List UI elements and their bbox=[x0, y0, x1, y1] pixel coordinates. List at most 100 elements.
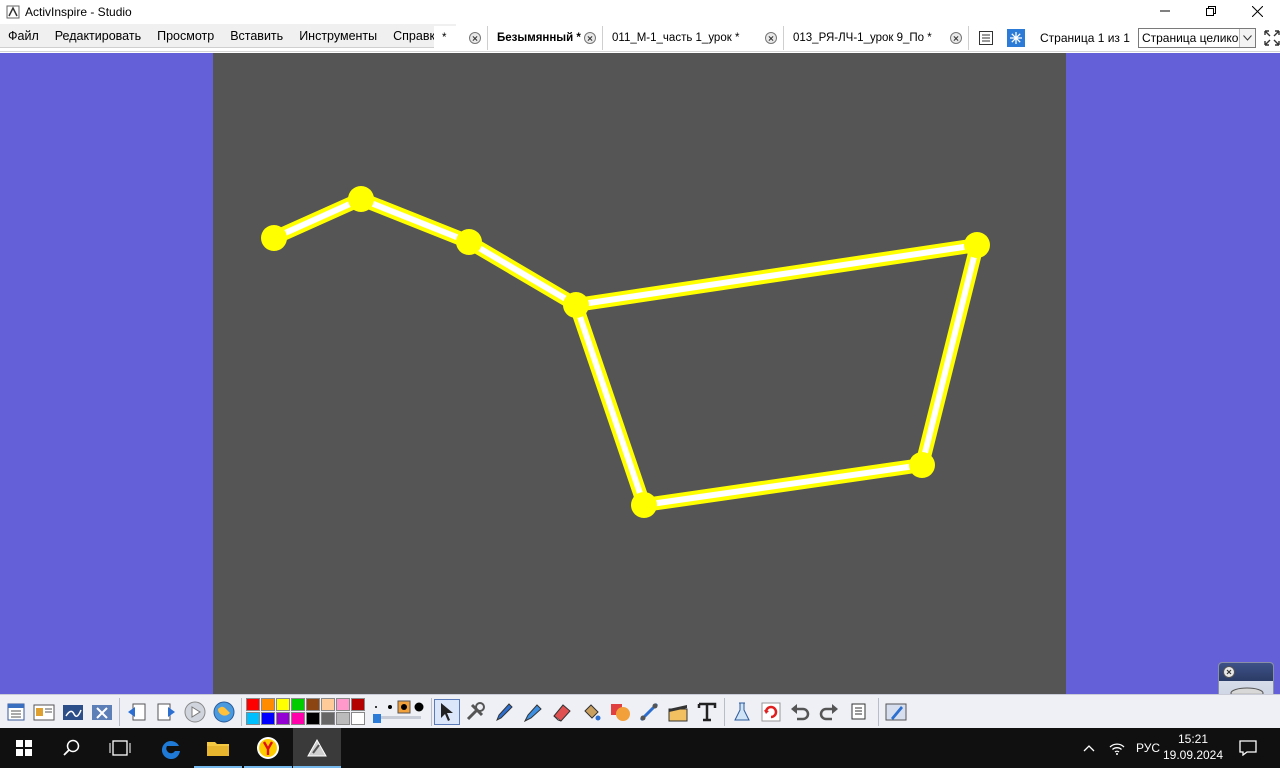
zoom-select-value: Страница целиком bbox=[1141, 31, 1247, 45]
color-swatch[interactable] bbox=[246, 712, 260, 725]
color-swatch[interactable] bbox=[306, 712, 320, 725]
zoom-select[interactable]: Страница целиком bbox=[1137, 28, 1256, 48]
reset-page-button[interactable] bbox=[758, 699, 784, 725]
star[interactable] bbox=[909, 452, 935, 478]
desktop-tools-button[interactable] bbox=[89, 699, 115, 725]
dual-user-button[interactable] bbox=[884, 699, 910, 725]
text-tool-button[interactable] bbox=[694, 699, 720, 725]
restore-button[interactable] bbox=[1188, 0, 1234, 22]
previous-page-icon bbox=[128, 703, 146, 721]
edge-browser-icon bbox=[161, 741, 180, 759]
tab-close-icon[interactable] bbox=[765, 32, 777, 44]
eraser-tool-button[interactable] bbox=[549, 699, 575, 725]
color-swatch[interactable] bbox=[306, 698, 320, 711]
edge-taskbar-button[interactable] bbox=[146, 728, 194, 768]
close-icon[interactable] bbox=[1223, 666, 1235, 678]
network-button[interactable] bbox=[1006, 28, 1026, 48]
big-dipper-drawing bbox=[261, 186, 990, 518]
taskbar-clock[interactable]: 15:21 19.09.2024 bbox=[1160, 731, 1226, 763]
color-swatch[interactable] bbox=[351, 698, 365, 711]
main-menu-button[interactable] bbox=[3, 699, 29, 725]
menu-tools[interactable]: Инструменты bbox=[291, 24, 385, 48]
menu-view[interactable]: Просмотр bbox=[149, 24, 222, 48]
tools-button[interactable] bbox=[462, 699, 488, 725]
tab-label: * bbox=[442, 32, 447, 44]
title-bar: ActivInspire - Studio bbox=[0, 0, 1280, 24]
pen-width-selector[interactable] bbox=[369, 699, 429, 725]
start-button[interactable] bbox=[0, 728, 48, 768]
tab-label: 013_РЯ-ЛЧ-1_урок 9_По * bbox=[793, 32, 932, 44]
tab-russian-lesson[interactable]: 013_РЯ-ЛЧ-1_урок 9_По * bbox=[785, 26, 969, 50]
menu-file[interactable]: Файл bbox=[0, 24, 47, 48]
desktop-annotate-button[interactable] bbox=[60, 699, 86, 725]
color-swatch[interactable] bbox=[291, 712, 305, 725]
color-swatch[interactable] bbox=[261, 712, 275, 725]
tab-untitled[interactable]: Безымянный * bbox=[489, 26, 603, 50]
task-view-button[interactable] bbox=[96, 728, 144, 768]
shape-tool-button[interactable] bbox=[607, 699, 633, 725]
tab-close-icon[interactable] bbox=[469, 32, 481, 44]
color-swatch[interactable] bbox=[321, 712, 335, 725]
toolbox-options-button[interactable] bbox=[846, 699, 872, 725]
select-tool-button[interactable] bbox=[434, 699, 460, 725]
action-center-button[interactable] bbox=[1224, 728, 1272, 768]
web-browser-button[interactable] bbox=[211, 699, 237, 725]
color-swatch[interactable] bbox=[351, 712, 365, 725]
input-language[interactable]: РУС bbox=[1136, 741, 1160, 755]
flask-icon bbox=[734, 702, 750, 721]
tab-math-lesson[interactable]: 011_М-1_часть 1_урок * bbox=[604, 26, 784, 50]
page-browser-button[interactable] bbox=[976, 28, 996, 48]
flipchart-page[interactable] bbox=[213, 53, 1066, 694]
annotate-icon bbox=[63, 705, 83, 720]
fullscreen-button[interactable] bbox=[1262, 28, 1280, 48]
play-button[interactable] bbox=[182, 699, 208, 725]
color-swatch[interactable] bbox=[261, 698, 275, 711]
connector-icon bbox=[639, 702, 659, 722]
next-page-button[interactable] bbox=[153, 699, 179, 725]
tray-expand-button[interactable] bbox=[1080, 744, 1098, 752]
star[interactable] bbox=[261, 225, 287, 251]
menu-insert[interactable]: Вставить bbox=[222, 24, 291, 48]
media-tool-button[interactable] bbox=[665, 699, 691, 725]
previous-page-button[interactable] bbox=[124, 699, 150, 725]
color-swatch[interactable] bbox=[276, 698, 290, 711]
tab-label: 011_М-1_часть 1_урок * bbox=[612, 32, 740, 44]
fill-tool-button[interactable] bbox=[578, 699, 604, 725]
star[interactable] bbox=[456, 229, 482, 255]
pen-tool-button[interactable] bbox=[491, 699, 517, 725]
search-button[interactable] bbox=[48, 728, 96, 768]
clear-button[interactable] bbox=[729, 699, 755, 725]
undo-button[interactable] bbox=[787, 699, 813, 725]
close-icon bbox=[1251, 5, 1263, 17]
yandex-browser-taskbar-button[interactable] bbox=[244, 728, 292, 768]
connector-tool-button[interactable] bbox=[636, 699, 662, 725]
star[interactable] bbox=[631, 492, 657, 518]
chevron-down-icon[interactable] bbox=[1238, 29, 1255, 47]
activinspire-taskbar-button[interactable] bbox=[293, 728, 341, 768]
redo-icon bbox=[819, 704, 838, 721]
network-status[interactable] bbox=[1104, 741, 1130, 755]
tab-close-icon[interactable] bbox=[584, 32, 596, 44]
color-swatch[interactable] bbox=[336, 698, 350, 711]
file-explorer-taskbar-button[interactable] bbox=[194, 728, 242, 768]
color-swatch[interactable] bbox=[291, 698, 305, 711]
star[interactable] bbox=[563, 292, 589, 318]
tab-close-icon[interactable] bbox=[950, 32, 962, 44]
clapperboard-icon bbox=[668, 705, 688, 722]
tools-icon bbox=[466, 702, 485, 721]
color-swatch[interactable] bbox=[321, 698, 335, 711]
globe-icon bbox=[213, 701, 235, 723]
close-button[interactable] bbox=[1234, 0, 1280, 22]
browsers-button[interactable] bbox=[31, 699, 57, 725]
color-swatch[interactable] bbox=[276, 712, 290, 725]
minimize-button[interactable] bbox=[1142, 0, 1188, 22]
highlighter-tool-button[interactable] bbox=[520, 699, 546, 725]
menu-edit[interactable]: Редактировать bbox=[47, 24, 149, 48]
pen-width-icon bbox=[373, 700, 424, 723]
color-swatch[interactable] bbox=[246, 698, 260, 711]
redo-button[interactable] bbox=[816, 699, 842, 725]
color-swatch[interactable] bbox=[336, 712, 350, 725]
tab-unsaved[interactable]: * bbox=[434, 26, 488, 50]
star[interactable] bbox=[964, 232, 990, 258]
star[interactable] bbox=[348, 186, 374, 212]
